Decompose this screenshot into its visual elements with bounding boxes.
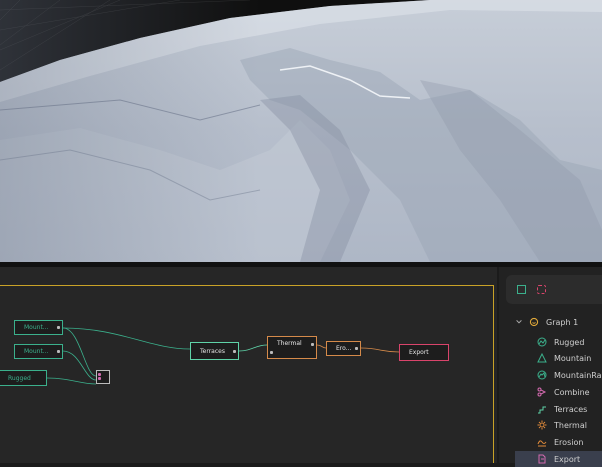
graph-icon	[529, 317, 539, 327]
input-port[interactable]	[98, 377, 101, 380]
tree-item-mountainrange[interactable]: MountainRange	[515, 367, 602, 383]
tree-item-label: Export	[554, 454, 581, 464]
tree-item-export[interactable]: Export	[515, 451, 602, 467]
tree-item-label: Thermal	[554, 420, 587, 430]
tree-item-label: Combine	[554, 387, 590, 397]
tree-root-label: Graph 1	[546, 317, 579, 327]
sidebar-toolbar	[506, 275, 602, 304]
tree-item-terraces[interactable]: Terraces	[515, 401, 602, 417]
rugged-icon	[537, 337, 547, 347]
node-label: Mount...	[24, 348, 49, 355]
terrain-viewport[interactable]	[0, 0, 602, 262]
node-label: Terraces	[200, 347, 225, 355]
node-label: Thermal	[277, 340, 302, 347]
tree-item-combine[interactable]: Combine	[515, 384, 602, 400]
terrain-render	[0, 0, 602, 262]
thermal-icon	[537, 420, 547, 430]
fit-view-icon[interactable]	[517, 285, 526, 294]
output-port[interactable]	[355, 347, 358, 350]
node-label: Mount...	[24, 324, 49, 331]
tree-item-label: MountainRange	[554, 370, 602, 380]
tree-item-thermal[interactable]: Thermal	[515, 417, 602, 433]
node-export[interactable]: Export	[399, 344, 449, 361]
tree-item-label: Erosion	[554, 437, 584, 447]
tree-root-graph-1[interactable]: Graph 1	[515, 314, 602, 330]
tree-item-label: Mountain	[554, 353, 592, 363]
output-port[interactable]	[57, 326, 60, 329]
node-label: Ero...	[336, 345, 352, 352]
tree-item-rugged[interactable]: Rugged	[515, 334, 602, 350]
node-mountain-1[interactable]: Mount...	[14, 320, 63, 335]
combine-icon	[537, 387, 547, 397]
output-port[interactable]	[233, 350, 236, 353]
tree-item-label: Rugged	[554, 337, 585, 347]
node-label: Export	[409, 349, 429, 356]
node-thermal[interactable]: Thermal	[267, 336, 317, 359]
erosion-icon	[537, 437, 547, 447]
chevron-down-icon[interactable]	[515, 317, 523, 327]
output-port[interactable]	[311, 343, 314, 346]
input-port[interactable]	[270, 351, 273, 354]
input-port[interactable]	[98, 373, 101, 376]
node-terraces[interactable]: Terraces	[190, 342, 239, 360]
output-port[interactable]	[57, 350, 60, 353]
node-label: Rugged	[8, 374, 31, 382]
graph-connections	[46, 327, 400, 385]
terraces-icon	[537, 404, 547, 414]
mountain-icon	[537, 353, 547, 363]
node-rugged[interactable]: Rugged	[0, 370, 47, 386]
node-mountain-2[interactable]: Mount...	[14, 344, 63, 359]
mountain-range-icon	[537, 370, 547, 380]
focus-icon[interactable]	[537, 285, 546, 294]
tree-item-erosion[interactable]: Erosion	[515, 434, 602, 450]
tree-item-label: Terraces	[554, 404, 588, 414]
node-erosion[interactable]: Ero...	[326, 341, 361, 356]
node-combine[interactable]	[96, 370, 110, 384]
tree-item-mountain[interactable]: Mountain	[515, 350, 602, 366]
